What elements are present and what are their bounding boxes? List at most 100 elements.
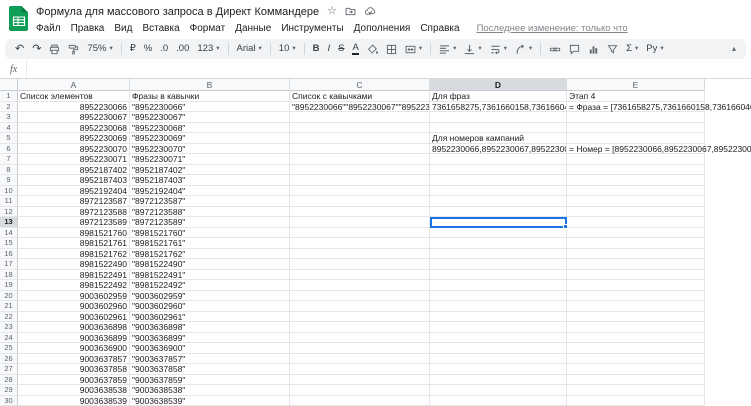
cell-E24[interactable] (567, 333, 705, 344)
cell-E14[interactable] (567, 228, 705, 239)
cell-B19[interactable]: "8981522492" (130, 280, 290, 291)
cell-C9[interactable] (290, 175, 430, 186)
select-all-corner[interactable] (0, 79, 18, 91)
cell-B25[interactable]: "9003636900" (130, 343, 290, 354)
cell-D9[interactable] (430, 175, 567, 186)
cell-B13[interactable]: "8972123589" (130, 217, 290, 228)
currency-format-button[interactable]: ₽ (130, 44, 136, 54)
cloud-status-button[interactable] (364, 6, 376, 17)
cell-D3[interactable] (430, 112, 567, 123)
cell-D7[interactable] (430, 154, 567, 165)
cell-A10[interactable]: 8952192404 (18, 186, 130, 197)
cell-A1[interactable]: Список элементов (18, 91, 130, 102)
cell-B3[interactable]: "8952230067" (130, 112, 290, 123)
cell-A27[interactable]: 9003637858 (18, 364, 130, 375)
cell-C14[interactable] (290, 228, 430, 239)
cell-D24[interactable] (430, 333, 567, 344)
cell-E2[interactable]: = Фраза = [7361658275,7361660158,7361660… (567, 102, 705, 113)
cell-A15[interactable]: 8981521761 (18, 238, 130, 249)
cell-D6[interactable]: 8952230066,8952230067,8952230068,8952230… (430, 144, 567, 155)
cell-B9[interactable]: "8952187403" (130, 175, 290, 186)
font-selector[interactable]: Arial ▾ (237, 44, 262, 54)
filter-button[interactable] (607, 44, 618, 55)
cell-A9[interactable]: 8952187403 (18, 175, 130, 186)
cell-E27[interactable] (567, 364, 705, 375)
cell-C3[interactable] (290, 112, 430, 123)
cell-A12[interactable]: 8972123588 (18, 207, 130, 218)
cell-B29[interactable]: "9003638538" (130, 385, 290, 396)
cell-A28[interactable]: 9003637859 (18, 375, 130, 386)
cell-D11[interactable] (430, 196, 567, 207)
cell-A3[interactable]: 8952230067 (18, 112, 130, 123)
cell-B17[interactable]: "8981522490" (130, 259, 290, 270)
cell-C23[interactable] (290, 322, 430, 333)
cell-E11[interactable] (567, 196, 705, 207)
insert-link-button[interactable] (549, 44, 561, 55)
menu-data[interactable]: Данные (230, 23, 276, 34)
row-header-10[interactable]: 10 (0, 186, 18, 197)
document-title[interactable]: Формула для массового запроса в Директ К… (36, 6, 319, 18)
cell-C28[interactable] (290, 375, 430, 386)
column-header-e[interactable]: E (567, 79, 705, 91)
column-header-b[interactable]: B (130, 79, 290, 91)
cell-E4[interactable] (567, 123, 705, 134)
cell-C13[interactable] (290, 217, 430, 228)
cell-E26[interactable] (567, 354, 705, 365)
row-header-2[interactable]: 2 (0, 102, 18, 113)
cell-B22[interactable]: "9003602961" (130, 312, 290, 323)
cell-D12[interactable] (430, 207, 567, 218)
cell-D29[interactable] (430, 385, 567, 396)
cell-A18[interactable]: 8981522491 (18, 270, 130, 281)
cell-B4[interactable]: "8952230068" (130, 123, 290, 134)
cell-D20[interactable] (430, 291, 567, 302)
cell-C2[interactable]: "8952230066""8952230067""8952230068""895… (290, 102, 430, 113)
cell-C24[interactable] (290, 333, 430, 344)
menu-insert[interactable]: Вставка (137, 23, 184, 34)
cell-B6[interactable]: "8952230070" (130, 144, 290, 155)
cell-C22[interactable] (290, 312, 430, 323)
cell-A30[interactable]: 9003638539 (18, 396, 130, 406)
cell-A5[interactable]: 8952230069 (18, 133, 130, 144)
insert-chart-button[interactable] (588, 44, 599, 55)
row-header-9[interactable]: 9 (0, 175, 18, 186)
bold-button[interactable]: B (313, 44, 320, 54)
cell-A23[interactable]: 9003636898 (18, 322, 130, 333)
row-header-21[interactable]: 21 (0, 301, 18, 312)
cell-E1[interactable]: Этап 4 (567, 91, 705, 102)
row-header-29[interactable]: 29 (0, 385, 18, 396)
column-header-d[interactable]: D (430, 79, 567, 91)
cell-C12[interactable] (290, 207, 430, 218)
cell-B24[interactable]: "9003636899" (130, 333, 290, 344)
cell-D15[interactable] (430, 238, 567, 249)
cell-B20[interactable]: "9003602959" (130, 291, 290, 302)
cell-B27[interactable]: "9003637858" (130, 364, 290, 375)
cell-E20[interactable] (567, 291, 705, 302)
menu-tools[interactable]: Инструменты (276, 23, 348, 34)
cell-A4[interactable]: 8952230068 (18, 123, 130, 134)
cell-B26[interactable]: "9003637857" (130, 354, 290, 365)
column-header-c[interactable]: C (290, 79, 430, 91)
decrease-decimals-button[interactable]: .0 (160, 44, 168, 54)
input-tools-button[interactable]: Ру ▾ (646, 44, 663, 54)
menu-view[interactable]: Вид (109, 23, 137, 34)
star-button[interactable]: ☆ (327, 6, 337, 17)
cell-D22[interactable] (430, 312, 567, 323)
sheets-logo[interactable] (9, 6, 29, 36)
cell-C17[interactable] (290, 259, 430, 270)
cell-C30[interactable] (290, 396, 430, 406)
text-wrap-button[interactable]: ▾ (490, 44, 507, 55)
cell-A21[interactable]: 9003602960 (18, 301, 130, 312)
cell-E25[interactable] (567, 343, 705, 354)
cell-B28[interactable]: "9003637859" (130, 375, 290, 386)
print-button[interactable] (49, 44, 60, 55)
cell-B30[interactable]: "9003638539" (130, 396, 290, 406)
cell-C21[interactable] (290, 301, 430, 312)
cell-E3[interactable] (567, 112, 705, 123)
row-header-25[interactable]: 25 (0, 343, 18, 354)
row-header-13[interactable]: 13 (0, 217, 18, 228)
cell-C19[interactable] (290, 280, 430, 291)
cell-D25[interactable] (430, 343, 567, 354)
cell-C16[interactable] (290, 249, 430, 260)
cell-E17[interactable] (567, 259, 705, 270)
cell-B23[interactable]: "9003636898" (130, 322, 290, 333)
